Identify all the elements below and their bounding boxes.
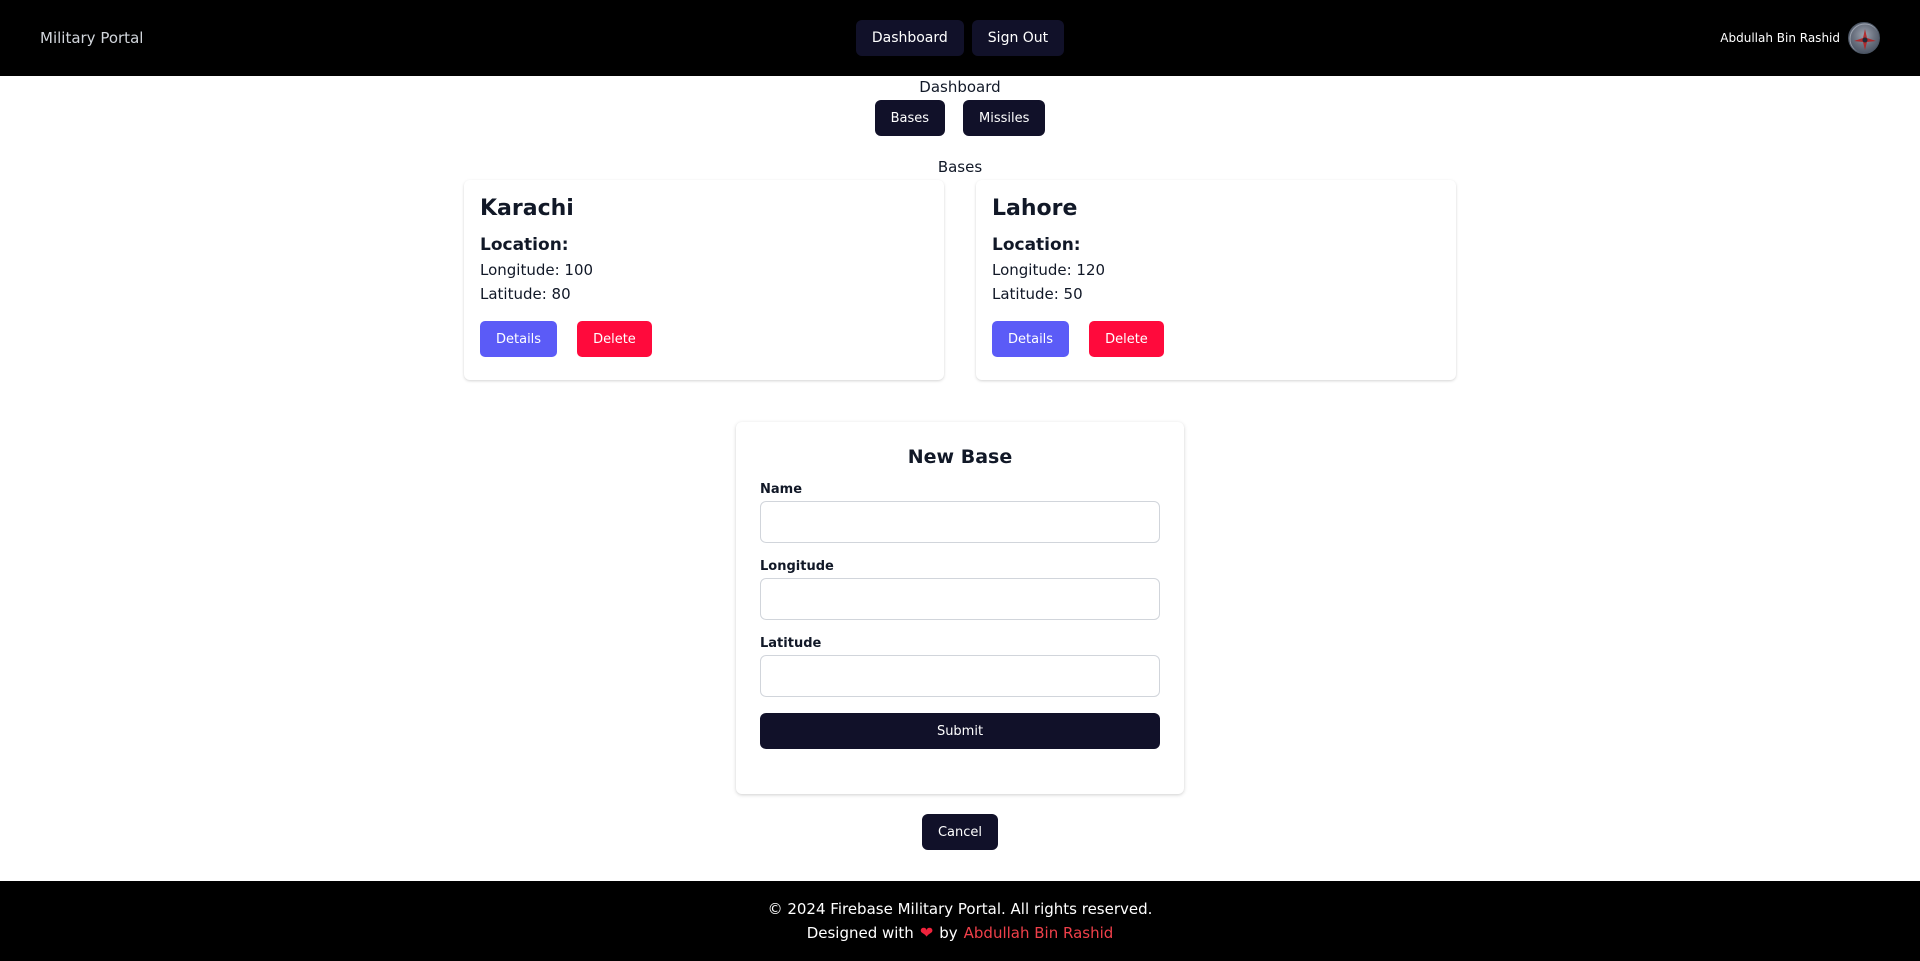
dashboard-title: Dashboard: [919, 78, 1001, 96]
avatar[interactable]: [1848, 22, 1880, 54]
latitude-value: Latitude: 50: [992, 285, 1083, 303]
footer: © 2024 Firebase Military Portal. All rig…: [0, 881, 1920, 961]
details-button[interactable]: Details: [480, 321, 558, 357]
details-button[interactable]: Details: [992, 321, 1070, 357]
latitude-input[interactable]: [760, 655, 1160, 697]
base-name: Karachi: [480, 196, 574, 221]
delete-button[interactable]: Delete: [577, 321, 652, 357]
top-navbar: Military Portal Dashboard Sign Out Abdul…: [0, 0, 1920, 76]
longitude-value: Longitude: 100: [480, 261, 594, 279]
nav-buttons: Dashboard Sign Out: [855, 20, 1065, 56]
author-link[interactable]: Abdullah Bin Rashid: [964, 921, 1114, 945]
submit-button[interactable]: Submit: [760, 713, 1160, 749]
longitude-value: Longitude: 120: [992, 261, 1106, 279]
user-menu[interactable]: Abdullah Bin Rashid: [1720, 0, 1880, 76]
base-name: Lahore: [992, 196, 1078, 221]
copyright-text: © 2024 Firebase Military Portal. All rig…: [767, 900, 1153, 918]
cancel-button[interactable]: Cancel: [921, 814, 999, 850]
base-card-karachi: Karachi Location: Longitude: 100 Latitud…: [464, 180, 944, 380]
tab-missiles[interactable]: Missiles: [963, 100, 1046, 136]
card-actions: Details Delete: [480, 321, 928, 357]
dashboard-nav-button[interactable]: Dashboard: [855, 20, 964, 56]
tab-bases[interactable]: Bases: [874, 100, 946, 136]
by-text: by: [939, 924, 958, 942]
longitude-input[interactable]: [760, 578, 1160, 620]
user-name: Abdullah Bin Rashid: [1720, 31, 1840, 45]
bases-section-title: Bases: [937, 158, 983, 176]
name-label: Name: [760, 482, 803, 497]
delete-button[interactable]: Delete: [1089, 321, 1164, 357]
latitude-label: Latitude: [760, 636, 822, 651]
new-base-form: New Base Name Longitude Latitude Submit: [736, 422, 1184, 794]
base-card-lahore: Lahore Location: Longitude: 120 Latitude…: [976, 180, 1456, 380]
designed-by-line: Designed with ❤ by Abdullah Bin Rashid: [807, 921, 1114, 945]
name-input[interactable]: [760, 501, 1160, 543]
heart-icon: ❤: [919, 923, 934, 942]
sign-out-button[interactable]: Sign Out: [971, 20, 1065, 56]
brand-title[interactable]: Military Portal: [40, 0, 143, 76]
longitude-label: Longitude: [760, 559, 834, 574]
dashboard-tabs: Bases Missiles: [0, 100, 1920, 136]
designed-with-text: Designed with: [806, 924, 914, 942]
avatar-emblem-icon: [1849, 23, 1879, 53]
cancel-wrapper: Cancel: [0, 814, 1920, 850]
form-title: New Base: [907, 446, 1013, 468]
location-label: Location:: [992, 235, 1081, 255]
latitude-value: Latitude: 80: [480, 285, 571, 303]
location-label: Location:: [480, 235, 569, 255]
card-actions: Details Delete: [992, 321, 1440, 357]
